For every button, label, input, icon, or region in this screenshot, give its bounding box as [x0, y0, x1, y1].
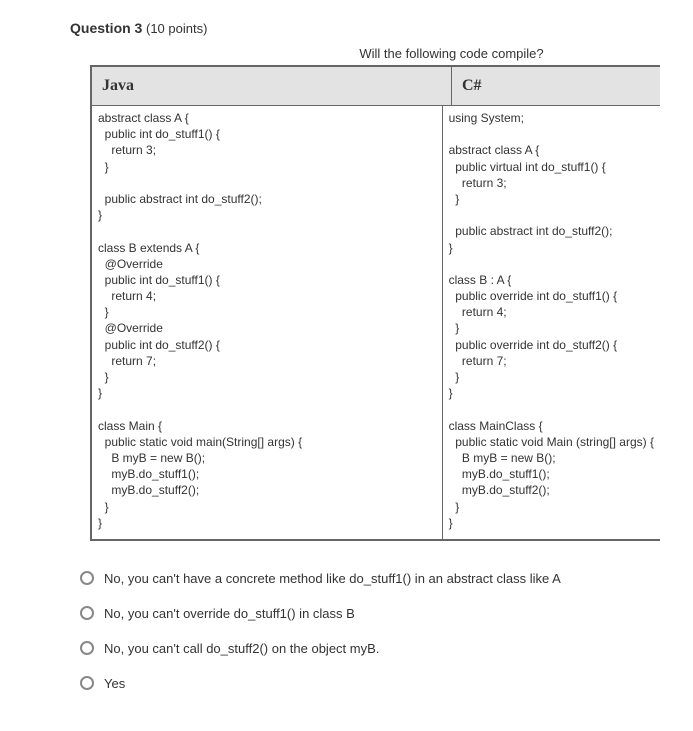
header-java: Java — [92, 67, 452, 106]
question-header: Question 3 (10 points) — [70, 20, 693, 36]
radio-icon[interactable] — [80, 641, 94, 655]
option-label: No, you can't call do_stuff2() on the ob… — [104, 641, 379, 656]
options-group: No, you can't have a concrete method lik… — [80, 571, 693, 691]
question-number: Question 3 — [70, 20, 142, 36]
code-table: Java C# abstract class A { public int do… — [90, 65, 660, 541]
table-header-row: Java C# — [92, 67, 660, 106]
option-label: No, you can't override do_stuff1() in cl… — [104, 606, 355, 621]
header-csharp: C# — [452, 67, 660, 106]
radio-icon[interactable] — [80, 571, 94, 585]
option-label: Yes — [104, 676, 125, 691]
java-code: abstract class A { public int do_stuff1(… — [92, 106, 443, 539]
option-label: No, you can't have a concrete method lik… — [104, 571, 561, 586]
option-3[interactable]: No, you can't call do_stuff2() on the ob… — [80, 641, 693, 656]
radio-icon[interactable] — [80, 676, 94, 690]
question-prompt: Will the following code compile? — [140, 46, 693, 61]
radio-icon[interactable] — [80, 606, 94, 620]
table-code-row: abstract class A { public int do_stuff1(… — [92, 106, 660, 539]
option-2[interactable]: No, you can't override do_stuff1() in cl… — [80, 606, 693, 621]
option-4[interactable]: Yes — [80, 676, 693, 691]
csharp-code: using System; abstract class A { public … — [443, 106, 660, 539]
question-points: (10 points) — [146, 21, 207, 36]
option-1[interactable]: No, you can't have a concrete method lik… — [80, 571, 693, 586]
